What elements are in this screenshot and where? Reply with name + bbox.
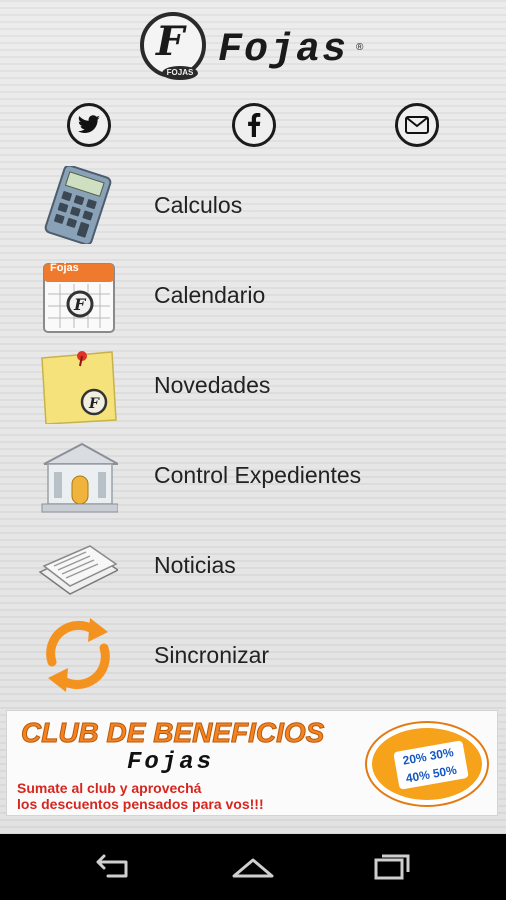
- menu-item-control-expedientes[interactable]: Control Expedientes: [0, 430, 506, 520]
- menu-label: Noticias: [154, 552, 236, 578]
- sticky-note-icon: F: [41, 351, 117, 424]
- menu-label: Sincronizar: [154, 642, 270, 668]
- app-header: F FOJAS Fojas ®: [0, 0, 506, 95]
- svg-text:F: F: [88, 396, 100, 412]
- menu-label: Novedades: [154, 372, 271, 398]
- banner-title: CLUB DE BENEFICIOS: [20, 717, 325, 749]
- recent-apps-icon[interactable]: [368, 852, 418, 882]
- calculator-icon: [44, 166, 112, 244]
- menu-item-noticias[interactable]: Noticias: [0, 520, 506, 610]
- discount-badge-icon: 20% 30% 40% 50%: [367, 723, 487, 805]
- home-icon[interactable]: [228, 852, 278, 882]
- svg-text:F: F: [73, 295, 87, 314]
- discount-tag: 20% 30% 40% 50%: [393, 740, 469, 790]
- menu-item-calculos[interactable]: Calculos: [0, 160, 506, 250]
- brand-name: Fojas: [218, 28, 349, 73]
- calendar-header-text: Fojas: [50, 262, 79, 274]
- twitter-icon: [77, 115, 100, 133]
- menu-label: Control Expedientes: [154, 462, 362, 488]
- facebook-button[interactable]: [232, 103, 276, 147]
- twitter-button[interactable]: [67, 103, 111, 147]
- sync-icon: [46, 618, 110, 692]
- facebook-icon: [248, 113, 261, 137]
- banner-brand: Fojas: [127, 749, 215, 776]
- club-beneficios-banner[interactable]: CLUB DE BENEFICIOS Fojas Sumate al club …: [6, 710, 498, 816]
- registered-mark: ®: [356, 42, 364, 53]
- menu-item-novedades[interactable]: F Novedades: [0, 340, 506, 430]
- menu-item-sincronizar[interactable]: Sincronizar: [0, 610, 506, 700]
- courthouse-icon: [41, 442, 118, 513]
- newspaper-icon: [38, 545, 118, 595]
- fojas-logo-icon: F FOJAS: [140, 12, 206, 80]
- menu-item-calendario[interactable]: F Fojas Calendario: [0, 250, 506, 340]
- mail-icon: [405, 116, 429, 134]
- menu-label: Calculos: [154, 192, 243, 218]
- menu-label: Calendario: [154, 282, 266, 308]
- banner-text-line1: Sumate al club y aprovechá: [17, 780, 202, 796]
- android-navigation-bar: [0, 834, 506, 900]
- back-icon[interactable]: [88, 852, 138, 882]
- email-button[interactable]: [395, 103, 439, 147]
- banner-text-line2: los descuentos pensados para vos!!!: [17, 796, 264, 812]
